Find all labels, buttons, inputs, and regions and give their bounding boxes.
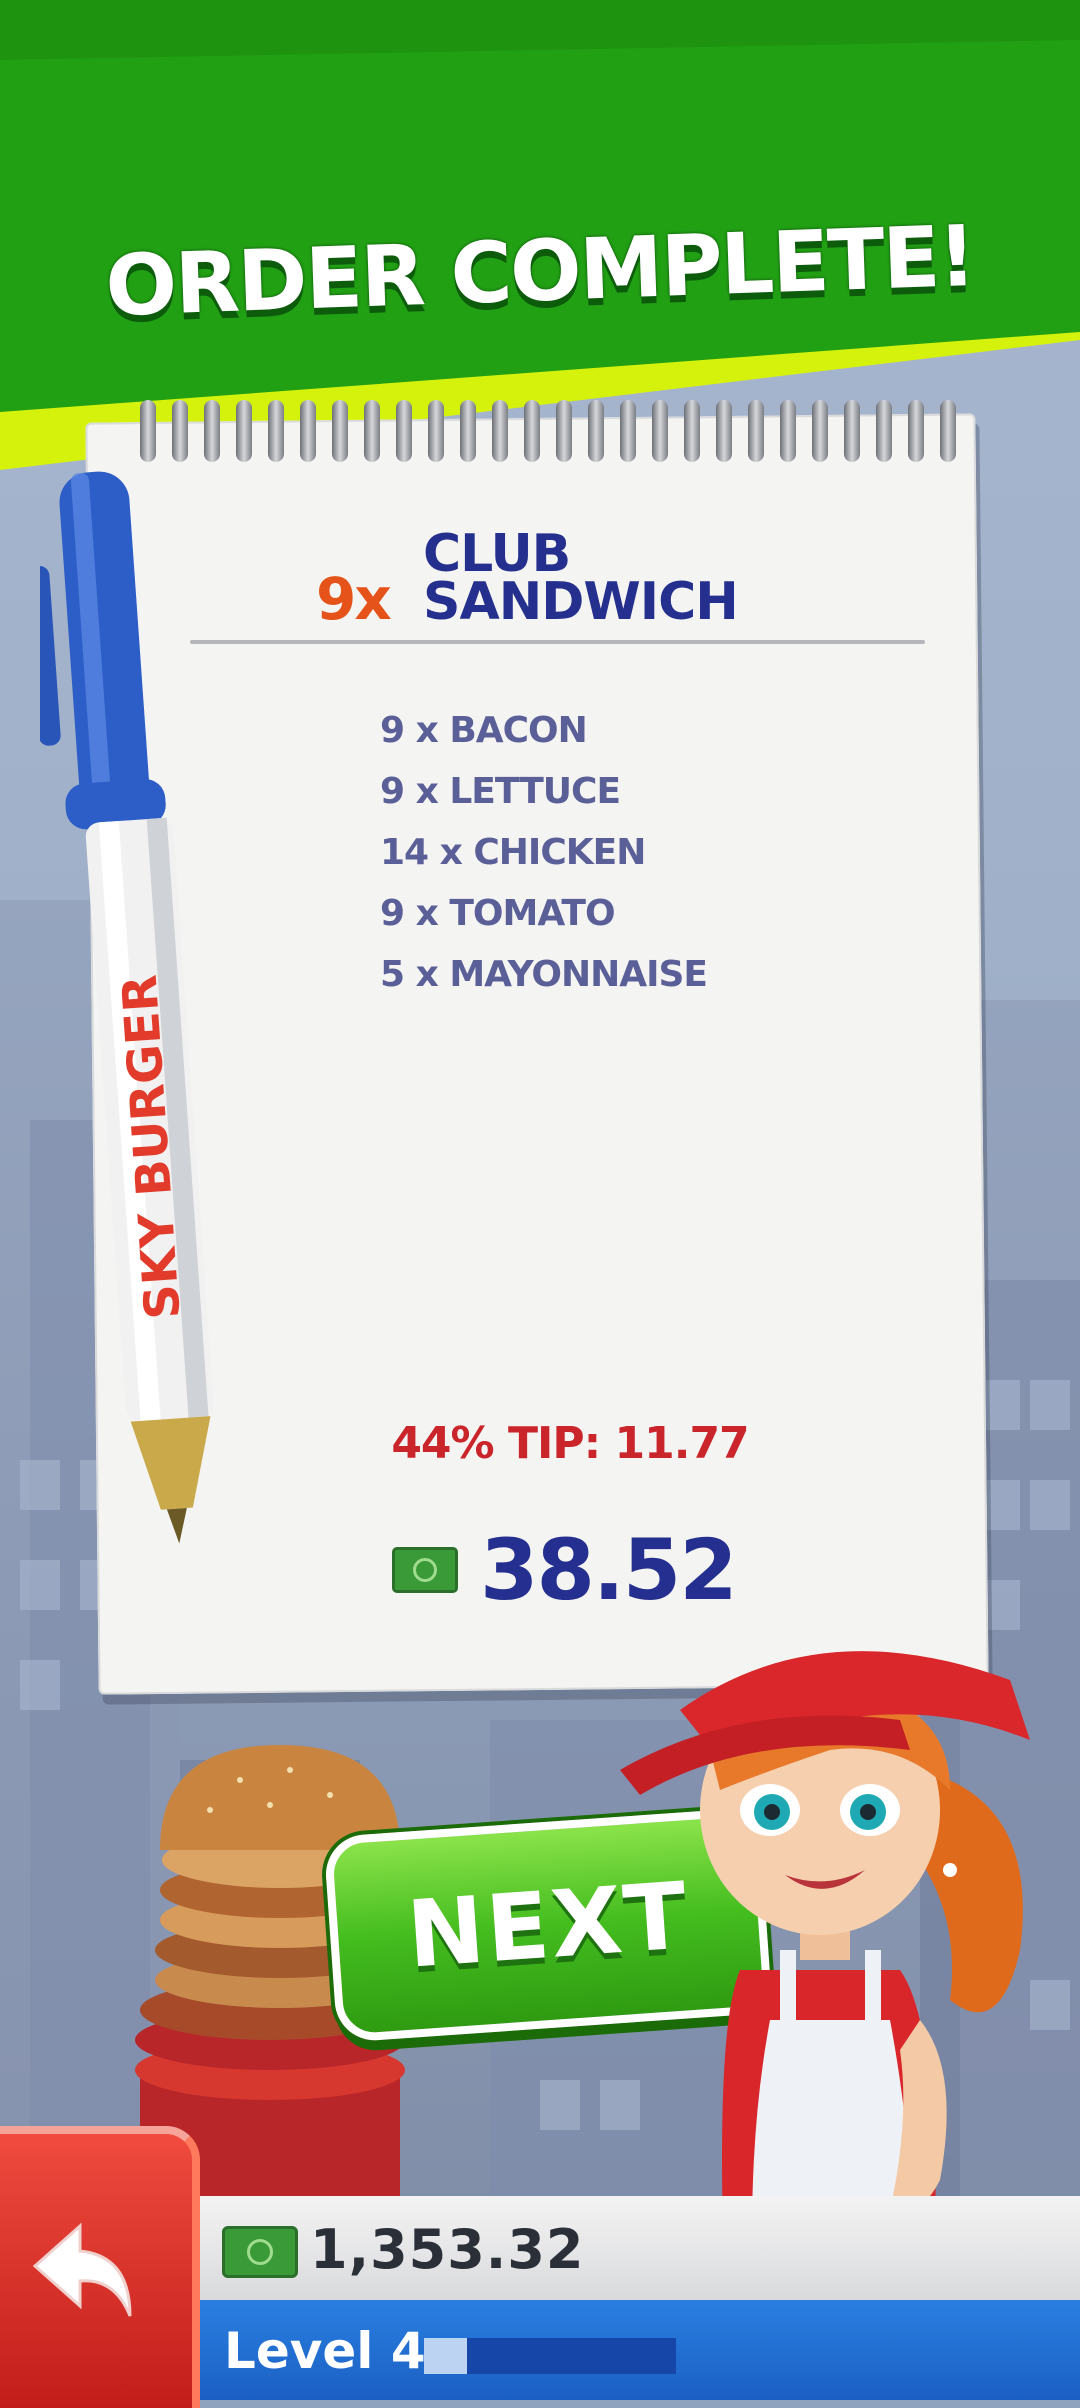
spiral-ring xyxy=(300,400,316,462)
spiral-ring xyxy=(364,400,380,462)
spiral-ring xyxy=(204,400,220,462)
spiral-ring xyxy=(780,400,796,462)
level-progress-track xyxy=(424,2338,676,2374)
order-item-line2: SANDWICH xyxy=(423,572,739,632)
ingredient-list: 9 x BACON 9 x LETTUCE 14 x CHICKEN 9 x T… xyxy=(380,700,708,1005)
spiral-ring xyxy=(332,400,348,462)
order-item-name: CLUB SANDWICH xyxy=(423,524,739,632)
back-button[interactable] xyxy=(0,2126,200,2408)
spiral-ring xyxy=(684,400,700,462)
notepad-divider xyxy=(190,640,925,644)
spiral-ring xyxy=(940,400,956,462)
ingredient-item: 9 x BACON xyxy=(380,710,588,751)
spiral-ring xyxy=(748,400,764,462)
ingredient-item: 9 x TOMATO xyxy=(380,893,616,934)
spiral-ring xyxy=(844,400,860,462)
spiral-ring xyxy=(140,400,156,462)
spiral-ring xyxy=(620,400,636,462)
ingredient-item: 9 x LETTUCE xyxy=(380,771,621,812)
spiral-ring xyxy=(876,400,892,462)
notepad-spiral xyxy=(140,400,970,470)
spiral-ring xyxy=(588,400,604,462)
spiral-ring xyxy=(716,400,732,462)
spiral-ring xyxy=(428,400,444,462)
order-earnings: 38.52 xyxy=(392,1520,738,1620)
spiral-ring xyxy=(652,400,668,462)
spiral-ring xyxy=(396,400,412,462)
spiral-ring xyxy=(172,400,188,462)
ingredient-item: 14 x CHICKEN xyxy=(380,832,646,873)
spiral-ring xyxy=(268,400,284,462)
spiral-ring xyxy=(492,400,508,462)
level-label: Level 4 xyxy=(224,2322,426,2380)
spiral-ring xyxy=(908,400,924,462)
ingredient-item: 5 x MAYONNAISE xyxy=(380,954,708,995)
spiral-ring xyxy=(236,400,252,462)
order-item-line1: CLUB xyxy=(423,524,571,584)
order-quantity: 9x xyxy=(316,565,392,633)
money-total: 1,353.32 xyxy=(310,2218,585,2281)
money-bill-icon xyxy=(392,1547,458,1593)
level-progress-fill xyxy=(424,2338,467,2374)
spiral-ring xyxy=(812,400,828,462)
spiral-ring xyxy=(556,400,572,462)
earned-amount: 38.52 xyxy=(480,1521,738,1619)
back-arrow-icon xyxy=(32,2222,132,2317)
spiral-ring xyxy=(460,400,476,462)
pen-icon: SKY BURGER xyxy=(40,471,214,1544)
spiral-ring xyxy=(524,400,540,462)
money-bill-icon xyxy=(222,2226,298,2278)
